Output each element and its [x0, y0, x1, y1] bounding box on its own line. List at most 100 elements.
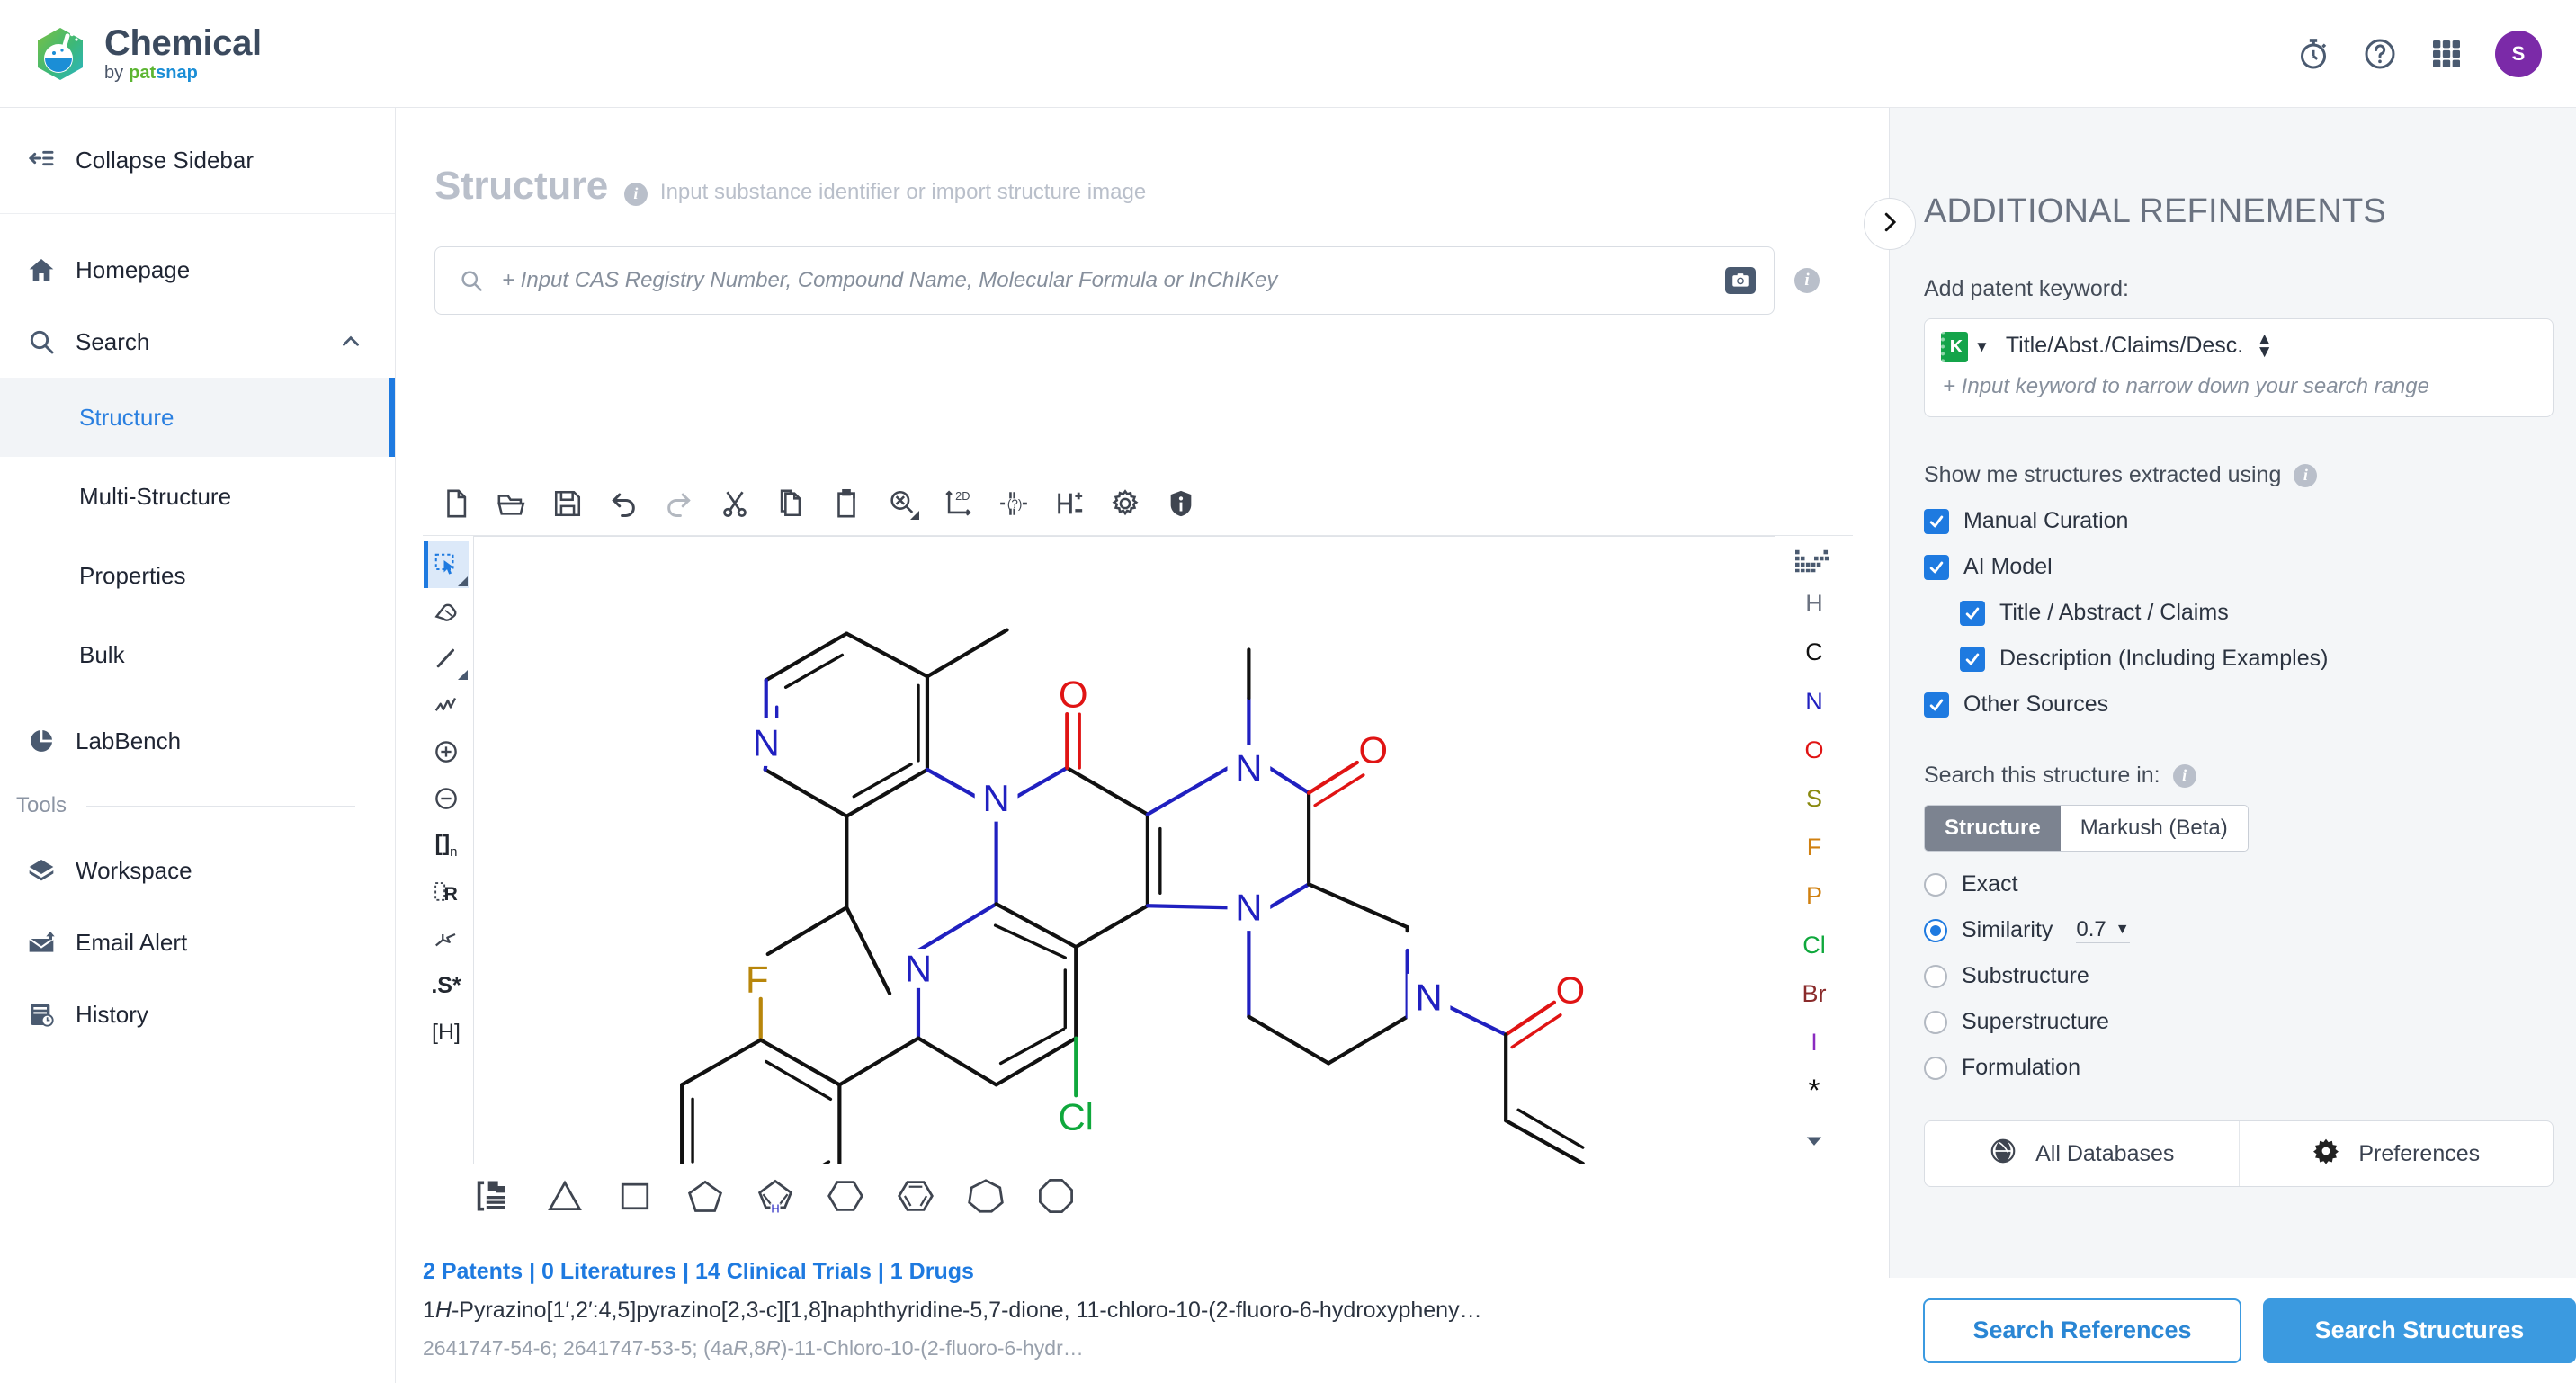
reaction-arrow-tool[interactable]	[424, 915, 469, 962]
search-box[interactable]	[434, 246, 1775, 315]
cycloheptane-ring[interactable]	[966, 1176, 1006, 1216]
sidebar-item-search[interactable]: Search	[0, 306, 395, 378]
radio-exact[interactable]: Exact	[1890, 871, 2576, 897]
checkbox-other-sources[interactable]: Other Sources	[1890, 692, 2576, 718]
element-s[interactable]: S	[1775, 774, 1853, 823]
sidebar-item-multi-structure[interactable]: Multi-Structure	[0, 457, 395, 536]
cyclopropane-ring[interactable]	[545, 1176, 585, 1216]
result-counts-link[interactable]: 2 Patents | 0 Literatures | 14 Clinical …	[423, 1259, 1862, 1285]
radio-superstructure[interactable]: Superstructure	[1890, 1009, 2576, 1035]
bond-query-icon[interactable]: (?)	[998, 488, 1029, 519]
element-n[interactable]: N	[1775, 677, 1853, 726]
more-elements-icon[interactable]	[1775, 1116, 1853, 1164]
layout-2d-icon[interactable]: 2D	[943, 488, 973, 519]
collapse-sidebar-button[interactable]: Collapse Sidebar	[0, 108, 395, 214]
all-databases-button[interactable]: All Databases	[1925, 1121, 2240, 1186]
info-icon[interactable]: i	[623, 182, 648, 206]
sidebar-item-properties[interactable]: Properties	[0, 536, 395, 615]
keyword-field-badge[interactable]: K	[1941, 332, 1968, 362]
sidebar-item-bulk[interactable]: Bulk	[0, 615, 395, 694]
tab-structure[interactable]: Structure	[1925, 806, 2061, 851]
keyword-scope-select[interactable]: Title/Abst./Claims/Desc. ▲ ▼	[2005, 331, 2274, 361]
zoom-select-icon[interactable]	[887, 488, 919, 520]
svg-text:R: R	[444, 883, 458, 905]
sidebar-item-history[interactable]: History	[0, 978, 395, 1050]
checkbox-title-abstract-claims[interactable]: Title / Abstract / Claims	[1890, 600, 2576, 626]
settings-gear-icon[interactable]	[1110, 488, 1140, 519]
element-f[interactable]: F	[1775, 824, 1853, 872]
bond-tool[interactable]	[424, 635, 469, 682]
benzene-ring[interactable]	[896, 1176, 935, 1216]
element-h[interactable]: H	[1775, 580, 1853, 629]
stereo-tool[interactable]: .S*	[424, 962, 469, 1009]
search-structures-button[interactable]: Search Structures	[2262, 1298, 2576, 1363]
radio-similarity[interactable]: Similarity 0.7 ▼	[1890, 917, 2576, 943]
sidebar-item-email-alert[interactable]: Email Alert	[0, 906, 395, 978]
open-folder-icon[interactable]	[496, 488, 527, 519]
element-i[interactable]: I	[1775, 1018, 1853, 1066]
charge-minus-tool[interactable]	[424, 775, 469, 822]
copy-icon[interactable]	[775, 488, 806, 519]
sidebar-item-workspace[interactable]: Workspace	[0, 834, 395, 906]
search-info-icon[interactable]: i	[1794, 268, 1820, 293]
cyclohexane-ring[interactable]	[826, 1176, 865, 1216]
element-any[interactable]: *	[1775, 1067, 1853, 1116]
help-circle-icon[interactable]	[2362, 36, 2398, 72]
undo-icon[interactable]	[608, 488, 639, 519]
checkbox-ai-model[interactable]: AI Model	[1890, 554, 2576, 580]
chevron-up-icon[interactable]	[339, 330, 362, 353]
redo-icon[interactable]	[664, 488, 694, 519]
checkbox-label: Description (Including Examples)	[1999, 646, 2329, 671]
camera-upload-icon[interactable]	[1725, 267, 1756, 294]
cyclobutane-ring[interactable]	[615, 1176, 655, 1216]
search-references-button[interactable]: Search References	[1923, 1298, 2241, 1363]
radio-formulation[interactable]: Formulation	[1890, 1055, 2576, 1081]
hydrogen-toggle-icon[interactable]	[1054, 488, 1085, 519]
radio-substructure[interactable]: Substructure	[1890, 963, 2576, 989]
sidebar-subitem-label: Bulk	[79, 640, 125, 668]
info-shield-icon[interactable]	[1166, 488, 1196, 519]
pyrrole-ring[interactable]: H	[756, 1176, 795, 1216]
save-icon[interactable]	[552, 488, 583, 519]
avatar[interactable]: S	[2495, 31, 2542, 77]
bracket-repeat-tool[interactable]: []n	[424, 822, 469, 869]
panel-collapse-button[interactable]	[1864, 198, 1916, 250]
select-lasso-tool[interactable]	[424, 541, 469, 588]
checkbox-description[interactable]: Description (Including Examples)	[1890, 646, 2576, 672]
explicit-hydrogen-tool[interactable]: [H]	[424, 1009, 469, 1056]
search-input[interactable]	[500, 267, 1725, 294]
similarity-threshold-select[interactable]: 0.7 ▼	[2076, 917, 2130, 943]
element-o[interactable]: O	[1775, 726, 1853, 774]
charge-plus-tool[interactable]	[424, 728, 469, 775]
info-icon[interactable]: i	[2294, 463, 2318, 487]
chain-tool[interactable]	[424, 682, 469, 728]
apps-grid-icon[interactable]	[2428, 36, 2464, 72]
cyclopentane-ring[interactable]	[685, 1176, 725, 1216]
element-c[interactable]: C	[1775, 629, 1853, 677]
eraser-tool[interactable]	[424, 588, 469, 635]
element-p[interactable]: P	[1775, 872, 1853, 921]
info-icon[interactable]: i	[2172, 763, 2196, 788]
element-cl[interactable]: Cl	[1775, 921, 1853, 969]
new-file-icon[interactable]	[441, 488, 471, 519]
search-in-label: Search this structure in: i	[1890, 718, 2576, 789]
stopwatch-icon[interactable]	[2295, 36, 2331, 72]
paste-icon[interactable]	[831, 488, 862, 519]
element-br[interactable]: Br	[1775, 969, 1853, 1018]
sidebar-item-homepage[interactable]: Homepage	[0, 234, 395, 306]
r-group-tool[interactable]: R	[424, 869, 469, 915]
sidebar-item-labbench[interactable]: LabBench	[0, 705, 395, 777]
keyword-input-box[interactable]: K ▼ Title/Abst./Claims/Desc. ▲ ▼	[1924, 318, 2554, 417]
periodic-table-icon[interactable]	[1775, 543, 1853, 580]
checkbox-manual-curation[interactable]: Manual Curation	[1890, 508, 2576, 534]
keyword-input[interactable]	[1941, 373, 2536, 400]
brand-logo[interactable]: Chemical by pat snap	[32, 24, 262, 83]
molecule-canvas[interactable]: N N N N N N O O O F Cl	[473, 536, 1775, 1164]
cyclooctane-ring[interactable]	[1036, 1176, 1076, 1216]
sidebar-item-structure[interactable]: Structure	[0, 378, 395, 457]
template-library-icon[interactable]	[475, 1176, 514, 1216]
chevron-down-icon[interactable]: ▼	[1974, 338, 1990, 356]
tab-markush[interactable]: Markush (Beta)	[2060, 806, 2248, 851]
preferences-button[interactable]: Preferences	[2240, 1121, 2554, 1186]
cut-scissors-icon[interactable]	[720, 488, 750, 519]
